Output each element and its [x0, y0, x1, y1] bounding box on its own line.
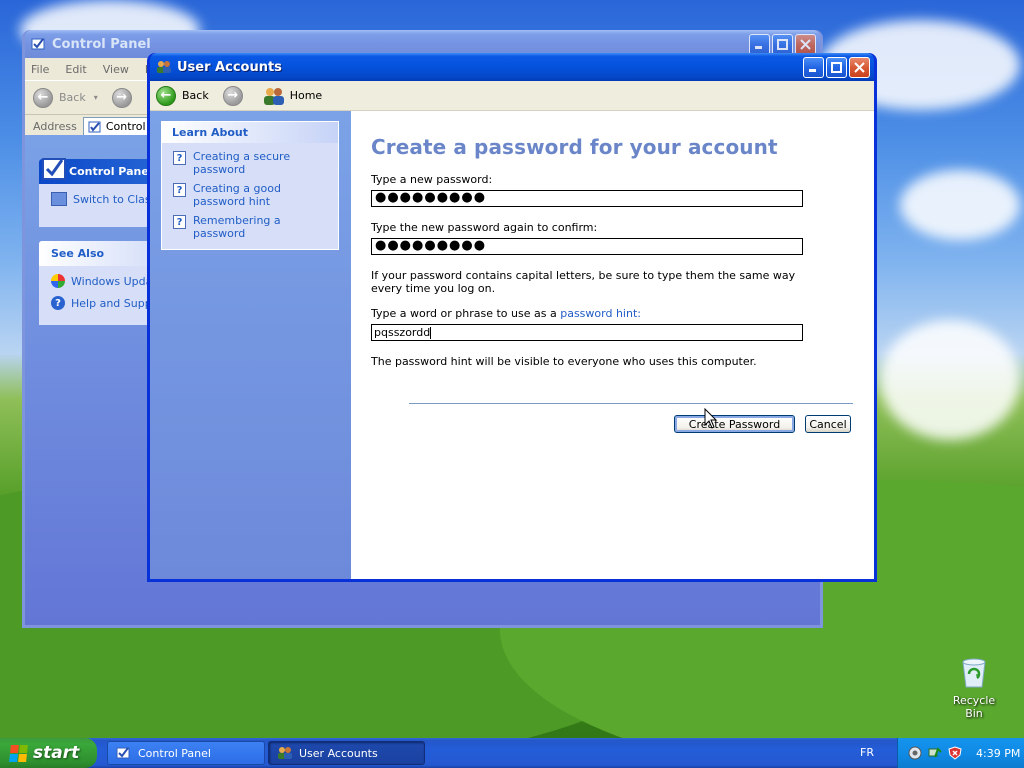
recycle-bin-icon	[962, 658, 986, 688]
clock[interactable]: 4:39 PM	[976, 747, 1020, 760]
recycle-bin-desktop-icon[interactable]: Recycle Bin	[944, 656, 1004, 720]
caps-note: If your password contains capital letter…	[371, 269, 796, 295]
maximize-button[interactable]	[826, 56, 847, 78]
learn-password-hint-label: Creating a good password hint	[193, 182, 281, 208]
forward-button[interactable]: →	[222, 85, 249, 106]
back-arrow-icon: ←	[156, 85, 176, 106]
learn-remembering-password-label: Remembering a password	[193, 214, 281, 240]
forward-arrow-icon: →	[222, 85, 243, 106]
learn-secure-password-label: Creating a secure password	[193, 150, 291, 176]
home-users-icon	[263, 87, 284, 105]
minimize-icon	[809, 68, 816, 72]
menu-edit[interactable]: Edit	[65, 63, 86, 76]
start-label: start	[33, 743, 80, 763]
help-topic-icon: ?	[173, 183, 186, 197]
volume-icon[interactable]	[908, 746, 922, 760]
security-shield-icon[interactable]	[948, 746, 962, 760]
forward-arrow-icon[interactable]: →	[111, 87, 132, 108]
confirm-password-label: Type the new password again to confirm:	[371, 221, 598, 234]
minimize-button[interactable]	[749, 33, 770, 55]
confirm-password-input[interactable]: ●●●●●●●●●	[371, 238, 803, 255]
hint-visibility-note: The password hint will be visible to eve…	[371, 355, 757, 368]
user-accounts-window[interactable]: User Accounts ← Back → Home Learn About	[147, 53, 877, 582]
close-icon	[854, 61, 865, 73]
cancel-button[interactable]: Cancel	[805, 415, 851, 433]
password-hint-input[interactable]: pqsszordd	[371, 324, 803, 341]
user-accounts-title: User Accounts	[177, 59, 282, 75]
network-icon[interactable]	[928, 746, 942, 760]
back-button-label[interactable]: Back	[59, 91, 86, 104]
text-caret	[430, 327, 432, 339]
learn-about-header: Learn About	[162, 122, 338, 143]
learn-password-hint-link[interactable]: ? Creating a good password hint	[162, 179, 338, 211]
form-divider	[409, 403, 853, 404]
language-indicator[interactable]: FR	[860, 746, 874, 759]
minimize-icon	[755, 45, 762, 49]
windows-update-icon	[51, 274, 65, 288]
user-accounts-navbar: ← Back → Home	[150, 81, 874, 111]
user-accounts-icon	[156, 59, 172, 75]
menu-view[interactable]: View	[103, 63, 129, 76]
back-dropdown-icon[interactable]: ▾	[94, 93, 98, 102]
system-tray: 4:39 PM	[897, 738, 1024, 768]
learn-secure-password-link[interactable]: ? Creating a secure password	[162, 147, 338, 179]
maximize-icon	[777, 38, 788, 50]
help-and-support-label: Help and Suppo	[71, 296, 159, 310]
control-panel-large-icon	[42, 158, 66, 180]
switch-to-classic-view-label: Switch to Class	[73, 192, 157, 206]
classic-view-icon	[51, 192, 67, 206]
back-button[interactable]: ← Back	[156, 85, 209, 106]
menu-file[interactable]: File	[31, 63, 49, 76]
recycle-bin-label: Recycle Bin	[952, 694, 996, 720]
maximize-icon	[831, 61, 842, 73]
back-arrow-icon[interactable]: ←	[33, 87, 53, 108]
control-panel-pane-title: Control Panel	[69, 165, 153, 178]
control-panel-icon	[31, 36, 47, 52]
page-title: Create a password for your account	[371, 135, 778, 159]
learn-remembering-password-link[interactable]: ? Remembering a password	[162, 211, 338, 243]
taskbar: start Control Panel User Accounts FR 4:3…	[0, 738, 1024, 768]
start-button[interactable]: start	[0, 738, 97, 768]
address-label: Address	[33, 120, 77, 133]
control-panel-small-icon	[88, 121, 101, 132]
minimize-button[interactable]	[803, 56, 824, 78]
help-icon: ?	[51, 296, 65, 310]
control-panel-title: Control Panel	[52, 36, 151, 52]
help-topic-icon: ?	[173, 151, 186, 165]
left-task-pane: Learn About ? Creating a secure password…	[150, 111, 351, 579]
help-topic-icon: ?	[173, 215, 186, 229]
control-panel-icon	[116, 747, 130, 759]
windows-logo-icon	[9, 744, 28, 762]
close-icon	[800, 38, 811, 50]
password-hint-value: pqsszordd	[374, 326, 431, 339]
taskbar-user-accounts-button[interactable]: User Accounts	[268, 741, 425, 765]
taskbar-control-panel-label: Control Panel	[138, 746, 211, 760]
mouse-cursor-icon	[704, 408, 718, 429]
new-password-label: Type a new password:	[371, 173, 493, 186]
user-accounts-icon	[278, 747, 292, 759]
new-password-input[interactable]: ●●●●●●●●●	[371, 190, 803, 207]
back-label: Back	[182, 89, 209, 102]
home-button[interactable]: Home	[263, 86, 322, 106]
home-label: Home	[289, 89, 323, 102]
password-hint-label: Type a word or phrase to use as a passwo…	[371, 307, 854, 320]
close-button[interactable]	[849, 56, 870, 78]
user-accounts-content: Learn About ? Creating a secure password…	[150, 111, 874, 579]
user-accounts-titlebar[interactable]: User Accounts	[150, 53, 874, 81]
learn-about-panel: Learn About ? Creating a secure password…	[161, 121, 339, 250]
taskbar-user-accounts-label: User Accounts	[299, 746, 378, 760]
create-password-form: Create a password for your account Type …	[371, 135, 854, 380]
password-hint-label-text: Type a word or phrase to use as a	[371, 307, 561, 320]
maximize-button[interactable]	[772, 33, 793, 55]
taskbar-control-panel-button[interactable]: Control Panel	[107, 741, 265, 765]
windows-update-label: Windows Upda	[71, 274, 153, 288]
create-password-button[interactable]: Create Password	[674, 415, 795, 433]
close-button[interactable]	[795, 33, 816, 55]
password-hint-link[interactable]: password hint:	[560, 307, 641, 320]
